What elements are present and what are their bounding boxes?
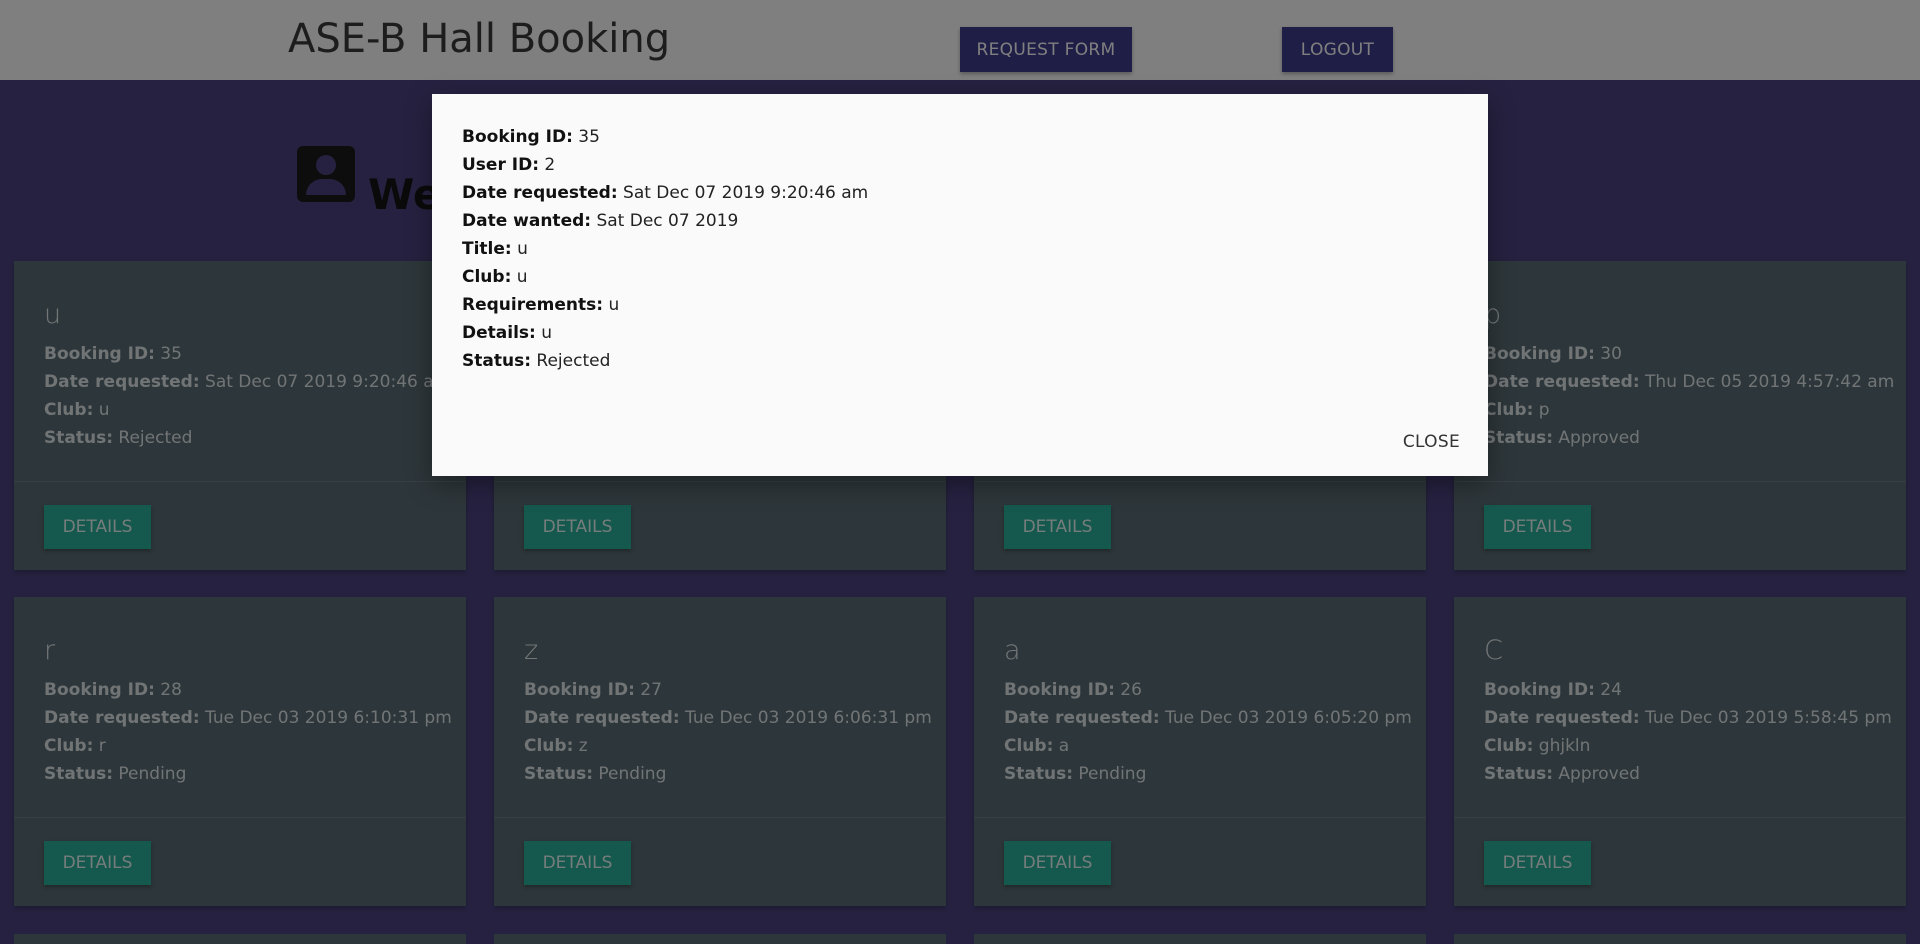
- modal-booking-id: Booking ID: 35: [462, 127, 600, 147]
- modal-requirements: Requirements: u: [462, 295, 620, 315]
- modal-details: Details: u: [462, 323, 552, 343]
- modal-date-wanted: Date wanted: Sat Dec 07 2019: [462, 211, 739, 231]
- modal-user-id: User ID: 2: [462, 155, 556, 175]
- booking-details-modal: Booking ID: 35 User ID: 2 Date requested…: [432, 94, 1488, 476]
- modal-club: Club: u: [462, 267, 528, 287]
- modal-date-requested: Date requested: Sat Dec 07 2019 9:20:46 …: [462, 183, 869, 203]
- modal-status: Status: Rejected: [462, 351, 611, 371]
- close-button[interactable]: CLOSE: [1403, 432, 1460, 452]
- modal-title: Title: u: [462, 239, 528, 259]
